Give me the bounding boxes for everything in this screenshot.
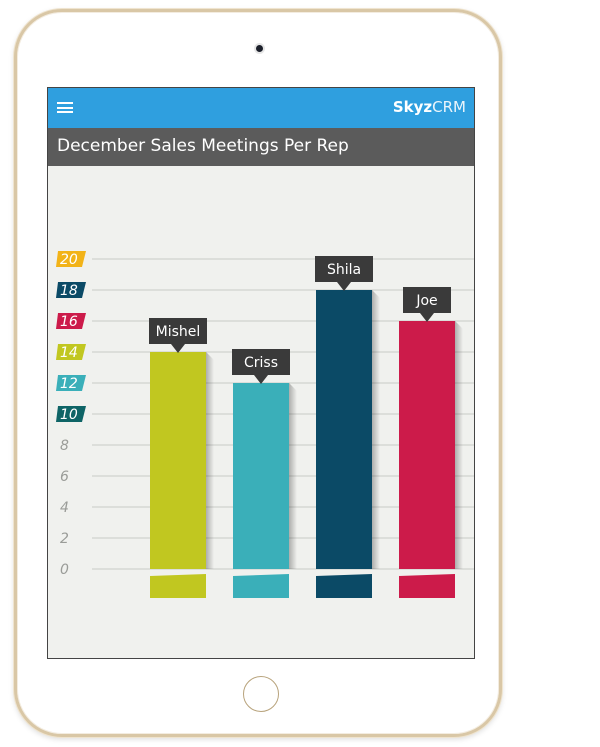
category-label: Criss xyxy=(244,355,278,371)
bar-criss xyxy=(233,383,289,569)
category-label: Joe xyxy=(415,293,437,309)
bar-base-mishel xyxy=(150,574,206,598)
bar-joe xyxy=(399,321,455,569)
bar-shadow xyxy=(289,383,297,569)
y-tick-label: 8 xyxy=(60,438,69,454)
category-label: Mishel xyxy=(156,324,201,340)
bar-shadow xyxy=(455,321,463,569)
bar-base-criss xyxy=(233,574,289,598)
hamburger-menu-icon[interactable] xyxy=(57,102,73,113)
page-title: December Sales Meetings Per Rep xyxy=(57,136,349,156)
app-bar: SkyzCRM xyxy=(48,88,474,128)
y-tick-label: 0 xyxy=(60,562,69,578)
y-tick-label: 16 xyxy=(60,314,78,330)
brand-logo: SkyzCRM xyxy=(393,98,466,116)
camera-icon xyxy=(256,45,263,52)
bar-base-joe xyxy=(399,574,455,598)
bar-shila xyxy=(316,290,372,569)
y-tick-label: 4 xyxy=(60,500,69,516)
y-tick-label: 18 xyxy=(60,283,78,299)
y-tick-label: 14 xyxy=(60,345,78,361)
bar-shadow xyxy=(206,352,214,569)
y-tick-label: 6 xyxy=(60,469,69,485)
title-bar: December Sales Meetings Per Rep xyxy=(48,128,474,166)
category-label: Shila xyxy=(327,262,361,278)
bar-chart: 0 2 4 6 8 10 12 14 16 18 20 Mishel Criss Shila Joe xyxy=(56,251,474,598)
brand-logo-bold: Skyz xyxy=(392,98,433,116)
y-tick-label: 2 xyxy=(60,531,69,547)
bar-mishel xyxy=(150,352,206,569)
bar-shadow xyxy=(372,290,380,569)
y-tick-label: 20 xyxy=(60,252,78,268)
screen: SkyzCRM December Sales Meetings Per Rep … xyxy=(47,87,475,659)
y-tick-label: 12 xyxy=(60,376,78,392)
home-button[interactable] xyxy=(243,676,279,712)
brand-logo-light: CRM xyxy=(432,98,466,116)
bar-base-shila xyxy=(316,574,372,598)
y-tick-label: 10 xyxy=(60,407,78,423)
